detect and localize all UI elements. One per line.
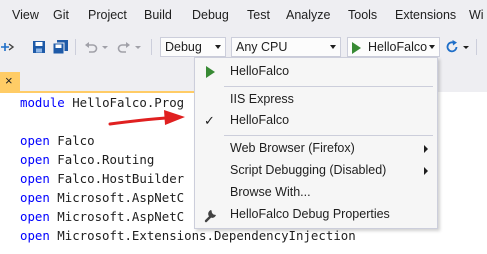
menu-item-run-hellofalco[interactable]: HelloFalco — [195, 61, 437, 83]
menu-item-hellofalco-profile[interactable]: ✓ HelloFalco — [195, 110, 437, 132]
menu-item-label: Web Browser (Firefox) — [230, 141, 355, 155]
menu-separator — [224, 135, 433, 136]
menu-item-label: HelloFalco — [230, 64, 290, 78]
play-icon — [206, 66, 215, 78]
wrench-icon — [204, 210, 216, 223]
menu-item-browse-with[interactable]: Browse With... — [195, 182, 437, 204]
menu-item-web-browser[interactable]: Web Browser (Firefox) — [195, 138, 437, 160]
menu-item-label: HelloFalco — [230, 113, 290, 127]
startup-target-dropdown-menu: HelloFalco IIS Express ✓ HelloFalco Web … — [194, 57, 438, 229]
menu-item-label: Script Debugging (Disabled) — [230, 163, 387, 177]
menu-separator — [224, 86, 433, 87]
menu-item-label: Browse With... — [230, 185, 311, 199]
menu-item-iis-express[interactable]: IIS Express — [195, 89, 437, 111]
menu-item-script-debugging[interactable]: Script Debugging (Disabled) — [195, 160, 437, 182]
menu-item-debug-properties[interactable]: HelloFalco Debug Properties — [195, 204, 437, 226]
checkmark-icon: ✓ — [204, 113, 215, 128]
submenu-arrow-icon — [424, 145, 428, 153]
menu-item-label: HelloFalco Debug Properties — [230, 207, 390, 221]
menu-item-label: IIS Express — [230, 92, 294, 106]
submenu-arrow-icon — [424, 167, 428, 175]
